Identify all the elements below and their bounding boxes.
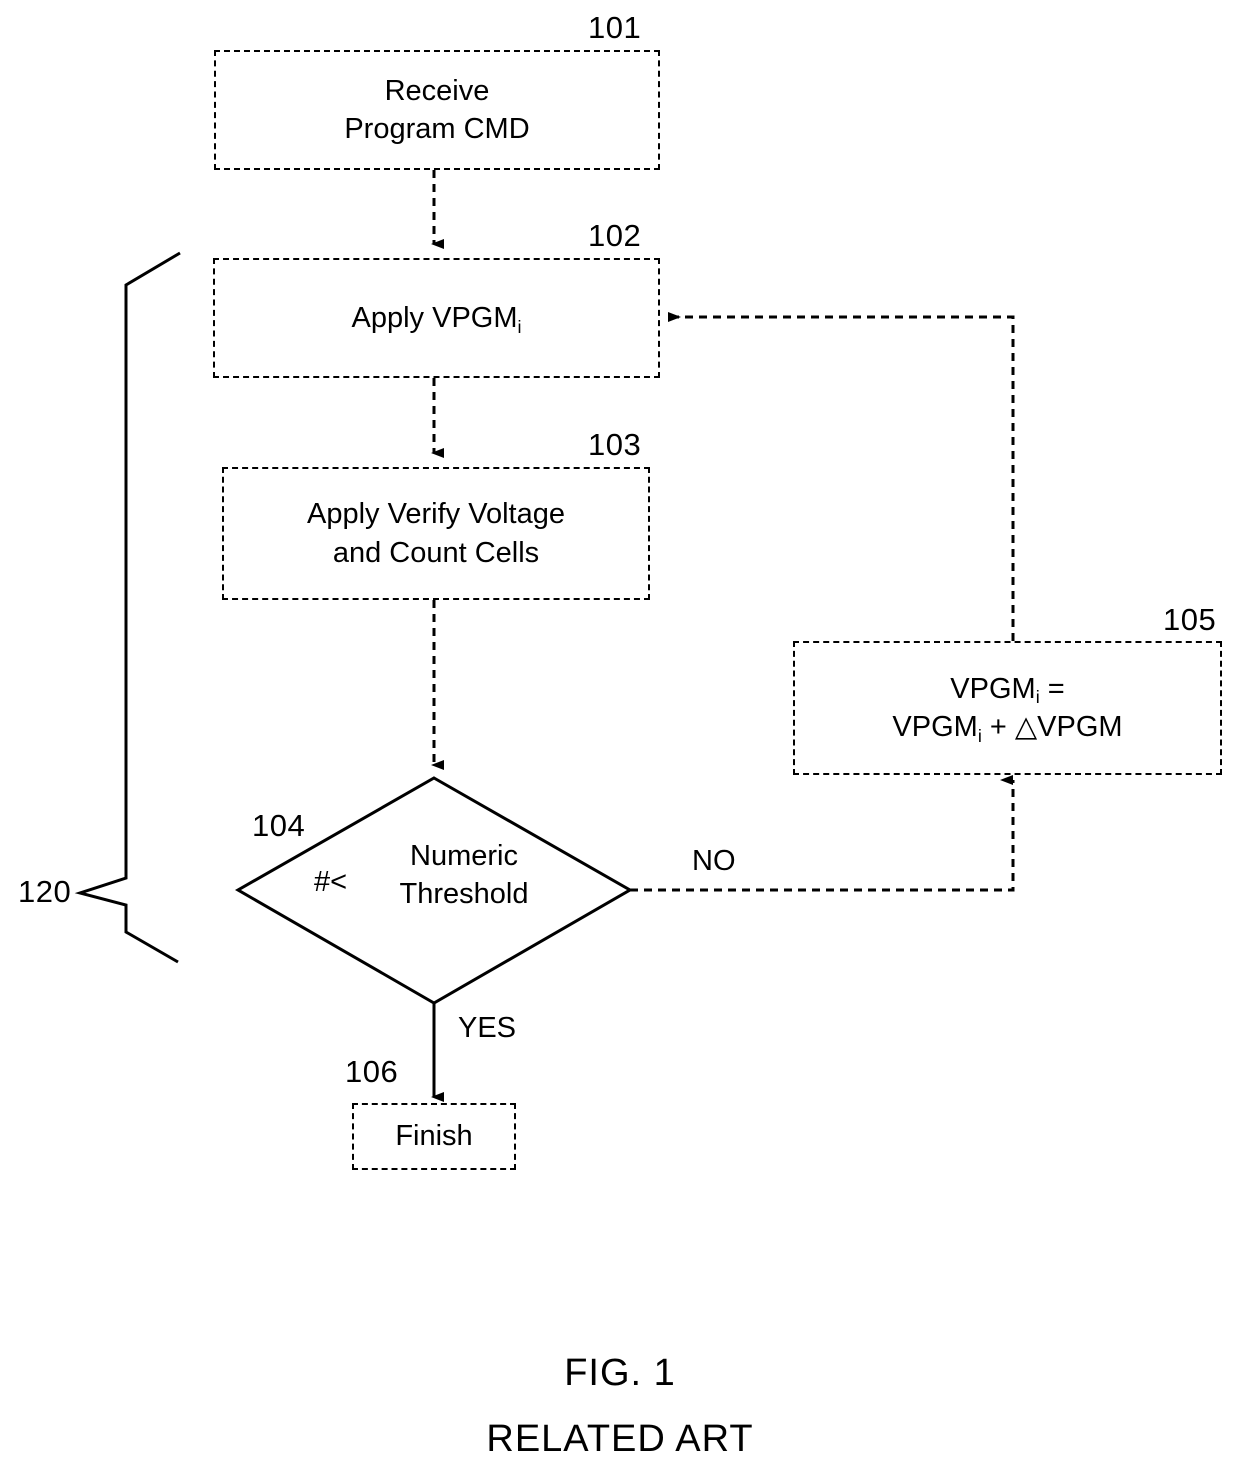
node-increment-vpgm: VPGMi = VPGMi + △VPGM: [793, 641, 1222, 775]
node-105-line1-prefix: VPGM: [950, 672, 1036, 705]
node-105-line1: VPGMi =: [892, 670, 1122, 708]
node-103-line1: Apply Verify Voltage: [307, 498, 565, 531]
node-106-label: Finish: [395, 1120, 473, 1153]
figure-caption-subtitle: RELATED ART: [486, 1418, 754, 1460]
node-103-line2: and Count Cells: [332, 536, 540, 569]
node-105-line2: VPGMi + △VPGM: [892, 708, 1122, 746]
edge-label-yes: YES: [458, 1012, 517, 1044]
decision-condition-text: Numeric Threshold: [334, 838, 594, 913]
node-101-text: Receive Program CMD: [344, 72, 529, 149]
ref-label-102: 102: [588, 218, 642, 253]
node-receive-program-cmd: Receive Program CMD: [214, 50, 660, 170]
figure-caption-title: FIG. 1: [564, 1352, 676, 1394]
ref-label-106: 106: [345, 1054, 399, 1089]
node-apply-verify-voltage-and-count-cells: Apply Verify Voltage and Count Cells: [222, 467, 650, 600]
connector-104-no-to-105: [630, 775, 1015, 892]
edge-label-no: NO: [692, 845, 736, 877]
connector-105-to-102: [668, 312, 1015, 641]
ref-label-101: 101: [588, 10, 642, 45]
node-finish: Finish: [352, 1103, 516, 1170]
node-105-text: VPGMi = VPGMi + △VPGM: [892, 670, 1122, 747]
node-105-line1-subscript: i: [1035, 687, 1040, 708]
ref-label-103: 103: [588, 427, 642, 462]
node-102-subscript: i: [517, 316, 522, 337]
patent-flowchart: 101 Receive Program CMD 102 Apply VPGMi 1…: [0, 0, 1240, 1481]
ref-label-104: 104: [252, 808, 306, 843]
node-105-line2-prefix: VPGM: [892, 711, 978, 743]
node-102-text: Apply VPGMi: [352, 299, 522, 337]
group-bracket-120: [74, 251, 181, 964]
node-101-line2: Program CMD: [344, 113, 530, 145]
node-105-line1-suffix: =: [1039, 672, 1065, 705]
decision-line1: Numeric: [410, 840, 518, 872]
node-102-label: Apply VPGM: [351, 301, 518, 334]
decision-line2: Threshold: [399, 877, 529, 910]
ref-label-120: 120: [18, 874, 72, 909]
node-105-line2-suffix: + △VPGM: [981, 711, 1123, 743]
node-105-line2-subscript: i: [977, 725, 982, 746]
node-103-text: Apply Verify Voltage and Count Cells: [307, 495, 565, 572]
node-101-line1: Receive: [384, 74, 490, 107]
node-apply-vpgm: Apply VPGMi: [213, 258, 660, 378]
ref-label-105: 105: [1163, 602, 1217, 637]
